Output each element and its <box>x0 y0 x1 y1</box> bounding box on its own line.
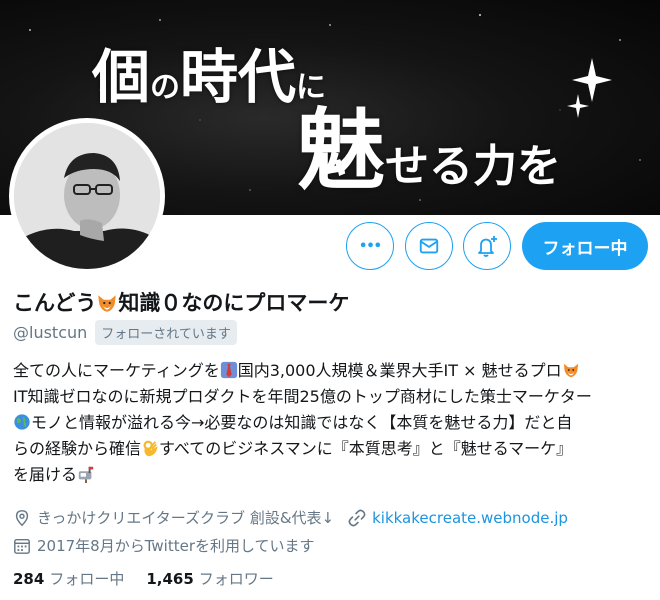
bio-text: すべてのビジネスマンに『本質思考』と『魅せるマーケ』 <box>159 439 573 458</box>
profile-name: こんどう 知識０なのにプロマーケ <box>13 287 349 317</box>
follow-stats: 284 フォロー中 1,465 フォロワー <box>13 568 296 589</box>
bio-text: 国内3,000人規模＆業界大手IT × 魅せるプロ <box>237 361 562 380</box>
profile-avatar[interactable] <box>9 118 165 274</box>
envelope-icon <box>419 238 439 254</box>
bio-text: 全ての人にマーケティングを <box>13 361 220 380</box>
link-icon <box>348 509 366 526</box>
banner-slogan: 個の時代に 魅せる力を <box>92 48 561 194</box>
banner-slogan-part6: せる力を <box>385 141 562 192</box>
message-button[interactable] <box>405 222 453 270</box>
following-label: フォロー中 <box>49 570 125 588</box>
profile-location: きっかけクリエイターズクラブ 創設&代表↓ <box>37 509 335 527</box>
followers-stat[interactable]: 1,465 フォロワー <box>146 568 273 589</box>
notifications-button[interactable] <box>463 222 511 270</box>
fox-emoji-icon <box>563 363 578 378</box>
following-stat[interactable]: 284 フォロー中 <box>13 568 124 589</box>
more-options-button[interactable]: ••• <box>346 222 394 270</box>
ok-hand-emoji-icon <box>143 440 158 457</box>
bell-plus-icon <box>478 236 497 257</box>
followers-count: 1,465 <box>146 570 194 588</box>
location-pin-icon <box>15 509 29 526</box>
mailbox-emoji-icon <box>78 466 94 483</box>
bio-line-5: を届ける <box>13 462 653 488</box>
profile-website-link[interactable]: kikkakecreate.webnode.jp <box>372 509 568 527</box>
more-icon: ••• <box>359 238 382 254</box>
sparkle-icon <box>567 58 612 118</box>
follows-you-badge: フォローされています <box>95 320 237 345</box>
bio-line-1: 全ての人にマーケティングを 国内3,000人規模＆業界大手IT × 魅せるプロ <box>13 358 653 384</box>
following-count: 284 <box>13 570 45 588</box>
profile-joined-date: 2017年8月からTwitterを利用しています <box>37 537 315 555</box>
location-website-row: きっかけクリエイターズクラブ 創設&代表↓ kikkakecreate.webn… <box>13 507 568 528</box>
followers-label: フォロワー <box>198 570 274 588</box>
bio-text: を届ける <box>13 465 78 484</box>
bio-line-3: モノと情報が溢れる今→必要なのは知識ではなく【本質を魅せる力】だと自 <box>13 410 653 436</box>
profile-name-first: こんどう <box>13 291 97 315</box>
bio-line-4: らの経験から確信 すべてのビジネスマンに『本質思考』と『魅せるマーケ』 <box>13 436 653 462</box>
banner-slogan-part5: 魅 <box>297 98 386 202</box>
bio-text: モノと情報が溢れる今→必要なのは知識ではなく【本質を魅せる力】だと自 <box>31 413 573 432</box>
following-button[interactable]: フォロー中 <box>522 222 648 270</box>
banner-slogan-part1: 個 <box>92 43 151 111</box>
avatar-photo <box>14 123 160 269</box>
banner-slogan-part2: の <box>150 70 181 105</box>
globe-emoji-icon <box>14 414 30 430</box>
bio-line-2: IT知識ゼロなのに新規プロダクトを年間25億のトップ商材にした策士マーケター <box>13 387 592 406</box>
calendar-icon <box>14 538 30 554</box>
banner-slogan-part3: 時代 <box>180 43 297 111</box>
joined-row: 2017年8月からTwitterを利用しています <box>13 535 315 556</box>
profile-name-rest: 知識０なのにプロマーケ <box>118 291 350 315</box>
profile-bio: 全ての人にマーケティングを 国内3,000人規模＆業界大手IT × 魅せるプロ I… <box>13 358 653 488</box>
handle-row: @lustcun フォローされています <box>13 320 237 345</box>
bio-text: らの経験から確信 <box>13 439 142 458</box>
fox-emoji-icon <box>98 295 117 312</box>
necktie-emoji-icon <box>220 361 237 379</box>
profile-handle: @lustcun <box>13 323 88 342</box>
